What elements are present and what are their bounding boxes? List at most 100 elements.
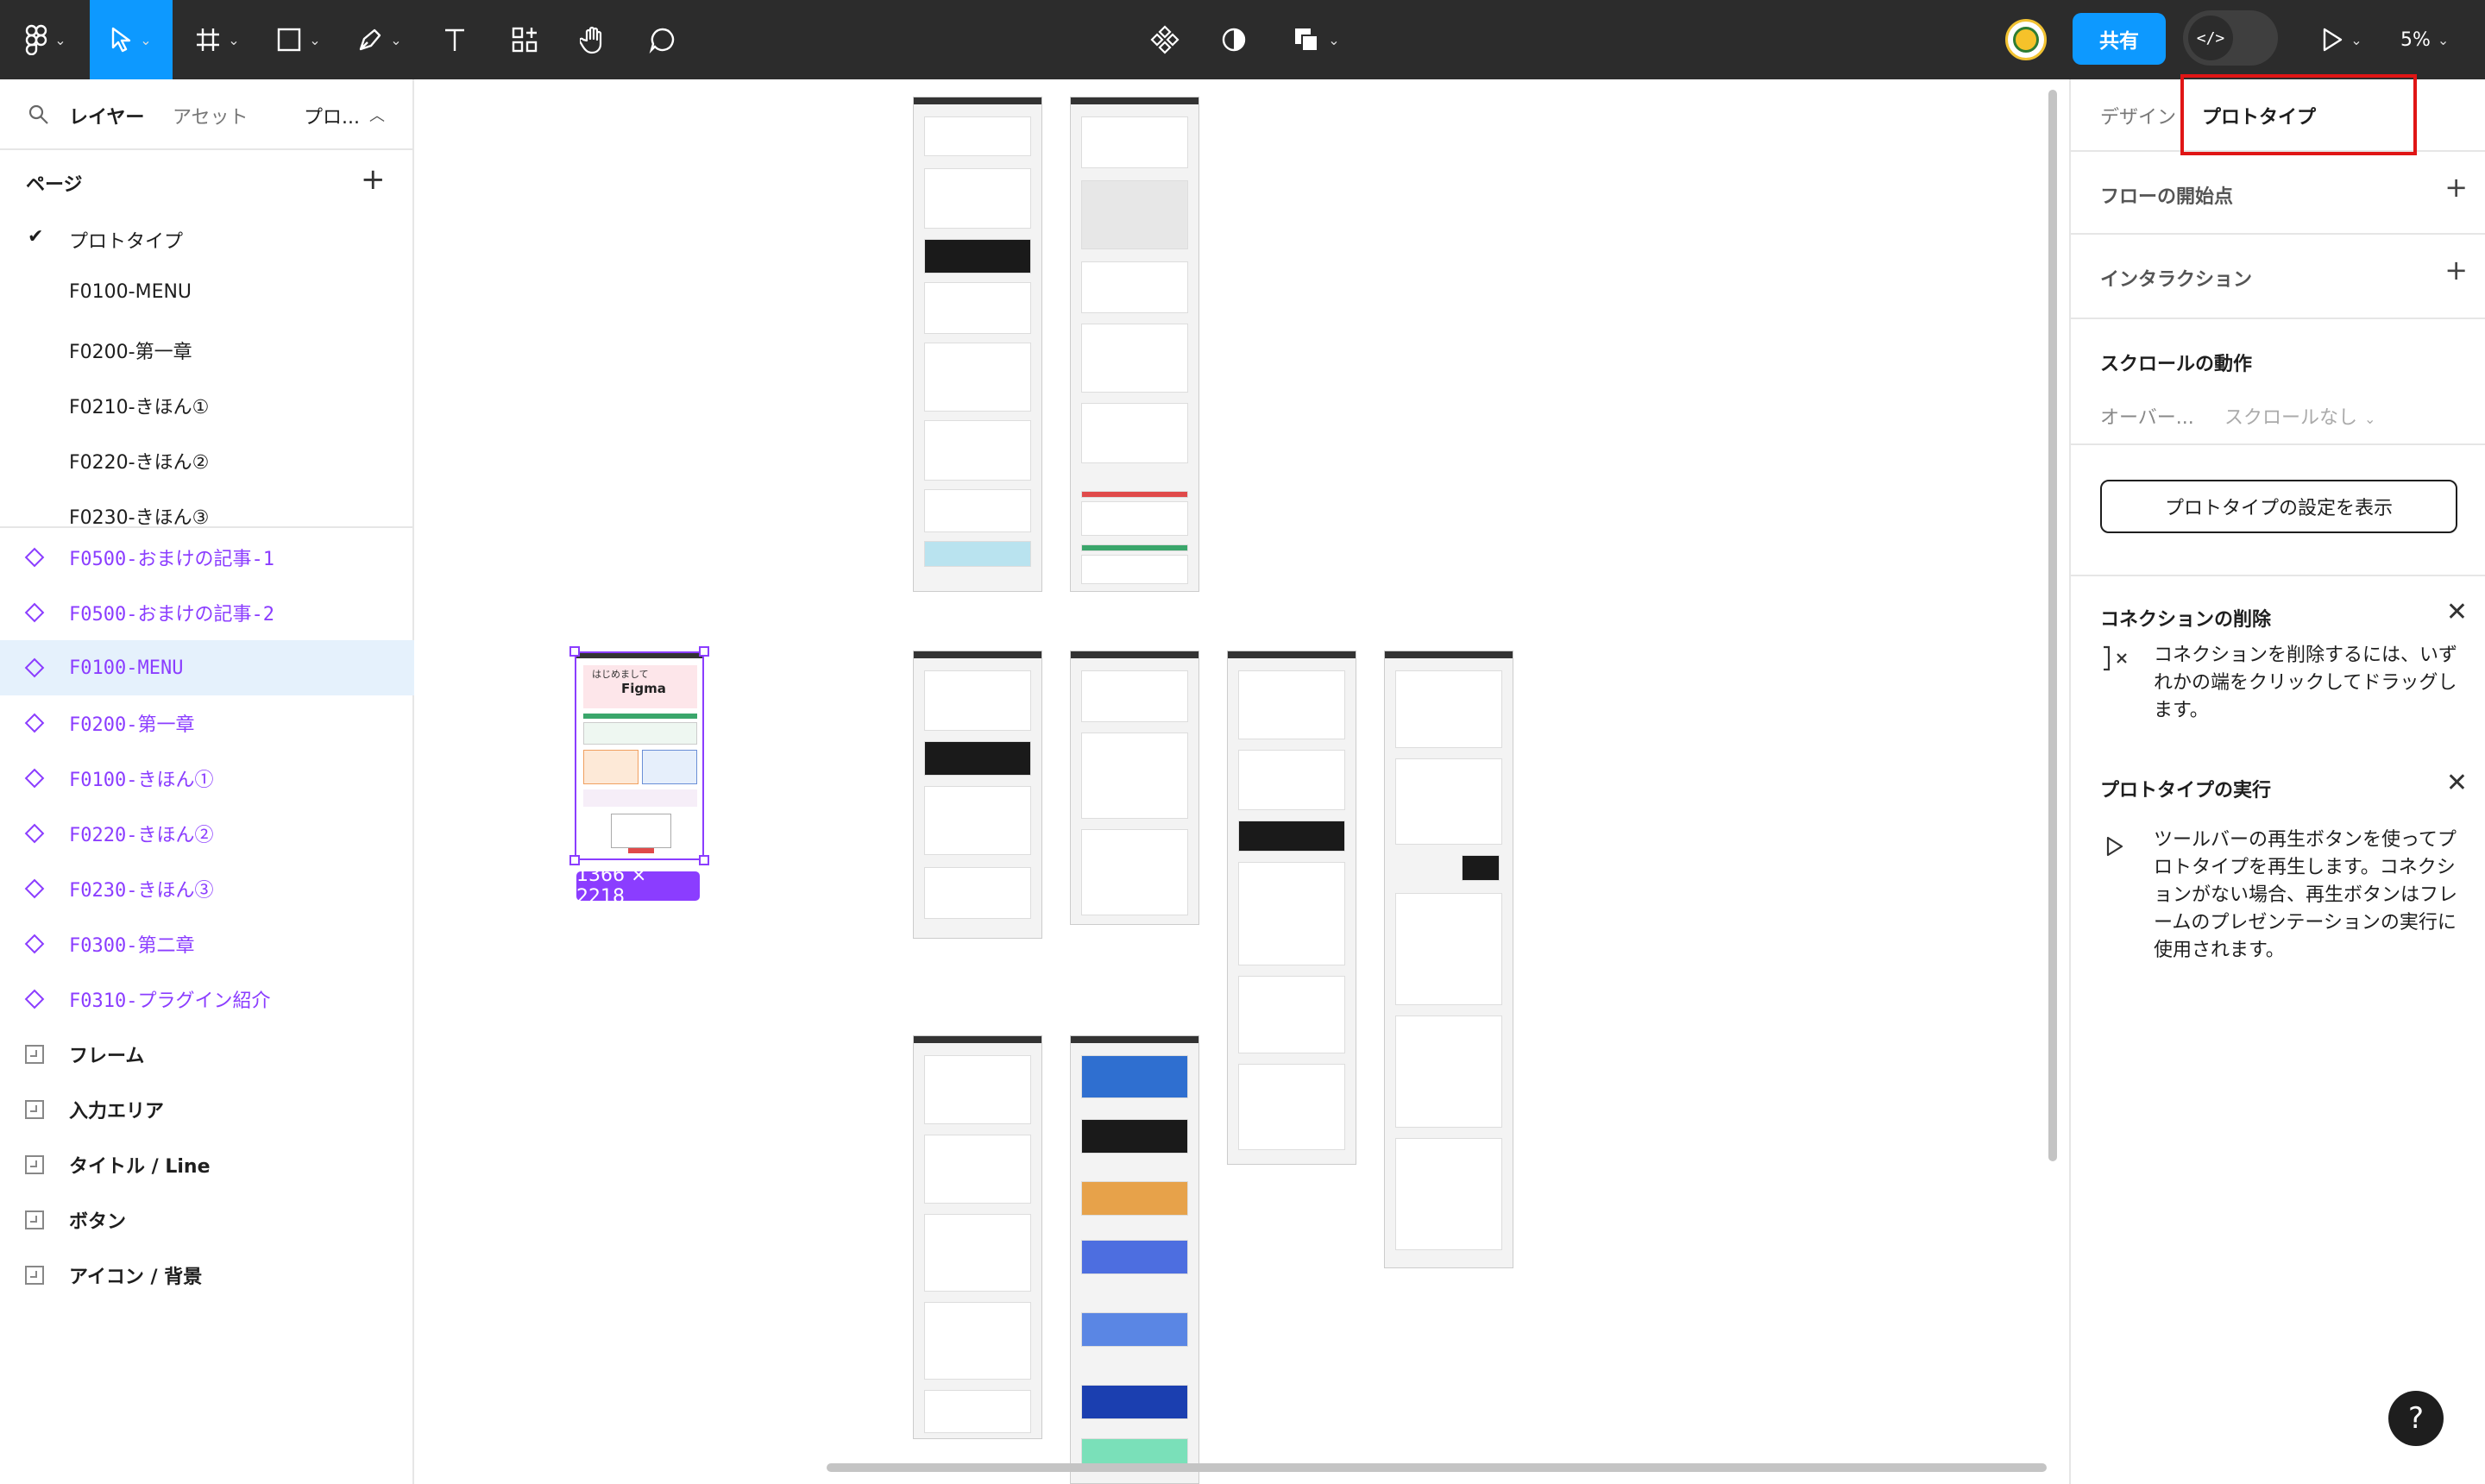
layer-label: F0100-MENU [69, 657, 184, 679]
vertical-scrollbar[interactable] [2048, 90, 2057, 1161]
layer-item[interactable]: ボタン [0, 1192, 414, 1248]
resources-icon [512, 27, 538, 53]
frame-grid-icon [197, 28, 220, 51]
add-interaction-icon[interactable]: + [2444, 254, 2468, 286]
frame-thumbnail[interactable] [913, 97, 1042, 592]
scroll-behavior-section: スクロールの動作 オーバー... スクロールなし ⌄ [2071, 319, 2485, 445]
page-item[interactable]: F0100-MENU [69, 281, 192, 303]
frame-thumbnail[interactable] [913, 651, 1042, 939]
close-icon[interactable]: ✕ [2446, 768, 2468, 798]
contrast-button[interactable] [1213, 0, 1255, 79]
layer-label: F0300-第二章 [69, 935, 195, 957]
help-button[interactable]: ? [2388, 1391, 2444, 1446]
tab-design[interactable]: デザイン [2100, 102, 2176, 129]
layer-item[interactable]: 入力エリア [0, 1082, 414, 1137]
text-tool-button[interactable] [431, 0, 478, 79]
boolean-groups-button[interactable]: ⌄ [1286, 0, 1346, 79]
chevron-down-icon: ⌄ [140, 31, 152, 48]
disconnect-icon [2104, 645, 2127, 671]
move-tool-button[interactable]: ⌄ [90, 0, 173, 79]
run-prototype-tip: プロトタイプの実行 ✕ ツールバーの再生ボタンを使ってプロトタイプを再生します。… [2071, 766, 2485, 1025]
layer-label: フレーム [69, 1046, 145, 1067]
hand-tool-button[interactable] [569, 0, 618, 79]
layer-label: アイコン / 背景 [69, 1267, 203, 1288]
close-icon[interactable]: ✕ [2446, 597, 2468, 627]
code-icon: </> [2188, 16, 2233, 60]
chevron-down-icon: ⌄ [390, 31, 402, 48]
layer-item[interactable]: F0230-きほん③ [0, 861, 414, 916]
resize-handle[interactable] [699, 855, 709, 865]
page-item[interactable]: プロトタイプ [69, 226, 183, 254]
frame-thumbnail[interactable] [1070, 651, 1199, 925]
layer-item[interactable]: F0220-きほん② [0, 806, 414, 861]
component-icon [24, 768, 45, 789]
layer-item[interactable]: F0310-プラグイン紹介 [0, 972, 414, 1027]
overflow-select[interactable]: スクロールなし ⌄ [2224, 402, 2375, 430]
user-avatar[interactable] [2005, 19, 2047, 60]
share-button[interactable]: 共有 [2073, 13, 2166, 65]
chevron-down-icon: ⌄ [2437, 31, 2450, 48]
layer-item-selected[interactable]: F0100-MENU [0, 640, 414, 695]
present-button[interactable]: ⌄ [2309, 0, 2375, 79]
component-icon [24, 547, 45, 568]
component-diamond-icon [1150, 25, 1180, 54]
search-icon[interactable] [28, 104, 50, 126]
layer-item[interactable]: タイトル / Line [0, 1137, 414, 1192]
components-button[interactable] [1144, 0, 1186, 79]
add-flow-icon[interactable]: + [2444, 171, 2468, 204]
play-icon [2106, 836, 2123, 857]
chevron-down-icon: ⌄ [309, 31, 321, 48]
resources-button[interactable] [500, 0, 549, 79]
component-icon [24, 878, 45, 899]
zoom-control[interactable]: 5% ⌄ [2400, 0, 2449, 79]
interactions-section: インタラクション + [2071, 235, 2485, 319]
layer-label: タイトル / Line [69, 1156, 211, 1178]
layer-item[interactable]: F0500-おまけの記事-1 [0, 530, 414, 585]
chevron-up-icon[interactable]: ︿ [369, 104, 385, 126]
section-icon [25, 1045, 44, 1064]
text-icon [445, 28, 464, 51]
show-prototype-settings-button[interactable]: プロトタイプの設定を表示 [2100, 480, 2457, 533]
toolbar: ⌄ ⌄ ⌄ ⌄ ⌄ ⌄ 共有 </> ⌄ 5% ⌄ [0, 0, 2485, 79]
figma-menu-button[interactable]: ⌄ [16, 0, 76, 79]
layer-item[interactable]: フレーム [0, 1027, 414, 1082]
frame-thumbnail[interactable] [1227, 651, 1356, 1165]
panel-divider[interactable] [0, 526, 414, 528]
tab-assets[interactable]: アセット [173, 102, 248, 129]
cursor-arrow-icon [112, 27, 131, 53]
run-prototype-title: プロトタイプの実行 [2100, 780, 2272, 802]
comment-tool-button[interactable] [639, 0, 687, 79]
frame-thumbnail[interactable] [1384, 651, 1513, 1268]
dev-mode-toggle[interactable]: </> [2183, 10, 2278, 66]
frame-thumbnail[interactable] [1070, 1035, 1199, 1484]
frame-thumbnail[interactable] [913, 1035, 1042, 1439]
selected-frame-f0100-menu[interactable]: はじめまして Figma [575, 651, 704, 860]
resize-handle[interactable] [699, 646, 709, 657]
frame-title: Figma [621, 681, 666, 696]
layer-label: F0100-きほん① [69, 770, 214, 791]
shape-tool-button[interactable]: ⌄ [266, 0, 331, 79]
horizontal-scrollbar[interactable] [827, 1463, 2047, 1472]
page-item[interactable]: F0220-きほん② [69, 447, 209, 475]
layer-label: F0310-プラグイン紹介 [69, 990, 271, 1012]
chevron-down-icon: ⌄ [228, 31, 240, 48]
layer-item[interactable]: アイコン / 背景 [0, 1248, 414, 1303]
resize-handle[interactable] [569, 646, 580, 657]
page-item[interactable]: F0200-第一章 [69, 336, 192, 364]
layer-item[interactable]: F0100-きほん① [0, 751, 414, 806]
section-icon [25, 1266, 44, 1285]
pages-header: ページ [26, 174, 83, 196]
layer-label: F0500-おまけの記事-2 [69, 604, 274, 626]
run-prototype-body: ツールバーの再生ボタンを使ってプロトタイプを再生します。コネクションがない場合、… [2154, 829, 2458, 961]
layer-item[interactable]: F0500-おまけの記事-2 [0, 585, 414, 640]
frame-thumbnail[interactable] [1070, 97, 1199, 592]
layer-item[interactable]: F0200-第一章 [0, 695, 414, 751]
tab-layers[interactable]: レイヤー [69, 102, 144, 129]
layer-item[interactable]: F0300-第二章 [0, 916, 414, 972]
add-page-icon[interactable]: + [361, 162, 386, 197]
pen-tool-button[interactable]: ⌄ [347, 0, 412, 79]
page-dropdown[interactable]: プロ... [304, 102, 360, 129]
frame-tool-button[interactable]: ⌄ [185, 0, 250, 79]
page-item[interactable]: F0210-きほん① [69, 392, 209, 419]
left-panel-tabs: レイヤー アセット プロ... ︿ [0, 79, 412, 150]
